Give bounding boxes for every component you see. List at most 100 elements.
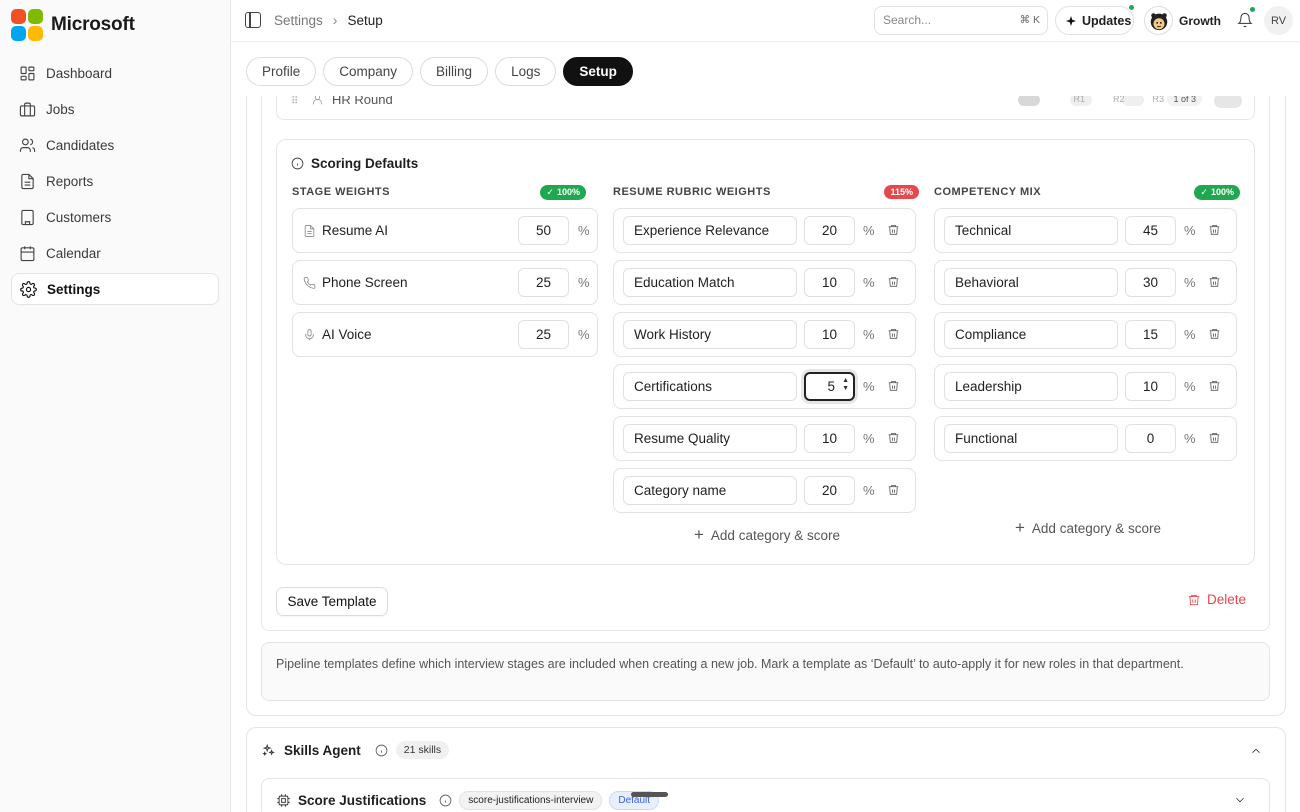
trash-icon[interactable]	[887, 483, 900, 497]
workspace-switcher[interactable]: Growth	[1144, 5, 1226, 36]
competency-name-input[interactable]: Technical	[944, 216, 1118, 245]
stage-weight-input[interactable]: 50	[518, 216, 569, 245]
round-toggle-r1[interactable]	[1018, 96, 1040, 106]
category-score-input-focused[interactable]: 5 ▲ ▼	[804, 372, 855, 401]
sidebar-item-label: Jobs	[46, 101, 75, 117]
stage-weights-column: STAGE WEIGHTS ✓ 100% Resume AI 50 % Phone…	[292, 184, 600, 364]
brand-name: Microsoft	[51, 14, 135, 35]
chevron-down-icon[interactable]	[1233, 793, 1247, 807]
add-competency-category-button[interactable]: + Add category & score	[934, 513, 1242, 543]
breadcrumb-settings[interactable]: Settings	[274, 13, 323, 28]
competency-name-input[interactable]: Functional	[944, 424, 1118, 453]
trash-icon[interactable]	[1208, 223, 1221, 237]
updates-button[interactable]: Updates	[1055, 4, 1135, 35]
category-name-input[interactable]: Education Match	[623, 268, 797, 297]
mic-icon	[305, 329, 314, 341]
category-name-input[interactable]: Work History	[623, 320, 797, 349]
competency-score-input[interactable]: 15	[1125, 320, 1176, 349]
tab-profile[interactable]: Profile	[246, 57, 317, 86]
round-labels: R1 R2 R3	[1073, 96, 1164, 104]
stage-weight-input[interactable]: 25	[518, 268, 569, 297]
category-score-input[interactable]: 10	[804, 320, 855, 349]
notifications-button[interactable]	[1232, 6, 1258, 33]
sidebar-item-reports[interactable]: Reports	[11, 165, 219, 197]
cpu-icon	[277, 794, 290, 807]
trash-icon[interactable]	[887, 379, 900, 393]
trash-icon[interactable]	[1208, 275, 1221, 289]
save-template-button[interactable]: Save Template	[276, 587, 388, 616]
tab-logs[interactable]: Logs	[495, 57, 557, 86]
brand[interactable]: Microsoft	[11, 9, 135, 41]
sidebar-item-candidates[interactable]: Candidates	[11, 129, 219, 161]
tab-company[interactable]: Company	[323, 57, 414, 86]
trash-icon[interactable]	[887, 431, 900, 445]
stage-weight-label: AI Voice	[322, 327, 372, 342]
competency-score-input[interactable]: 0	[1125, 424, 1176, 453]
competency-mix-header: COMPETENCY MIX ✓ 100%	[934, 184, 1240, 200]
trash-icon[interactable]	[1208, 379, 1221, 393]
sparkle-icon	[1066, 15, 1076, 26]
category-name-input[interactable]: Experience Relevance	[623, 216, 797, 245]
category-name-input[interactable]: Resume Quality	[623, 424, 797, 453]
category-name-input[interactable]: Category name	[623, 476, 797, 505]
percent-sign: %	[1184, 223, 1196, 238]
tab-setup[interactable]: Setup	[563, 57, 633, 86]
stage-weight-row: Resume AI 50 %	[292, 208, 598, 253]
stage-weight-input[interactable]: 25	[518, 320, 569, 349]
competency-name-input[interactable]: Compliance	[944, 320, 1118, 349]
sidebar-item-customers[interactable]: Customers	[11, 201, 219, 233]
score-justifications-card[interactable]: Score Justifications score-justification…	[261, 778, 1270, 812]
phone-icon	[303, 277, 316, 289]
sidebar-item-settings[interactable]: Settings	[11, 273, 219, 305]
drag-handle-icon[interactable]: ⠿	[291, 96, 298, 107]
chevron-up-icon[interactable]	[1249, 744, 1263, 758]
sidebar-item-label: Reports	[46, 173, 94, 189]
info-icon	[291, 157, 304, 170]
round-label: R2	[1112, 96, 1125, 104]
add-category-label: Add category & score	[710, 527, 840, 543]
delete-button[interactable]: Delete	[1187, 592, 1246, 607]
trash-icon[interactable]	[887, 223, 900, 237]
trash-icon[interactable]	[1208, 431, 1221, 445]
badge-value: 100%	[556, 187, 580, 197]
trash-icon[interactable]	[887, 275, 900, 289]
check-icon: ✓	[546, 186, 554, 197]
competency-score-input[interactable]: 30	[1125, 268, 1176, 297]
stage-enabled-toggle[interactable]	[1214, 96, 1242, 108]
bell-icon	[1237, 12, 1253, 28]
add-rubric-category-button[interactable]: + Add category & score	[613, 520, 921, 550]
sidebar-item-dashboard[interactable]: Dashboard	[11, 57, 219, 89]
category-name-input[interactable]: Certifications	[623, 372, 797, 401]
trash-icon[interactable]	[1208, 327, 1221, 341]
category-score-input[interactable]: 10	[804, 424, 855, 453]
competency-name-input[interactable]: Behavioral	[944, 268, 1118, 297]
topbar: Settings › Setup Search... ⌘ K Updates G…	[231, 0, 1300, 42]
percent-sign: %	[863, 379, 875, 394]
plus-icon: +	[1014, 518, 1025, 537]
info-icon[interactable]	[375, 744, 388, 757]
briefcase-icon	[19, 102, 36, 116]
competency-score-input[interactable]: 10	[1125, 372, 1176, 401]
stage-weights-heading: STAGE WEIGHTS	[292, 186, 390, 198]
drag-handle[interactable]	[631, 792, 668, 797]
search-input[interactable]: Search... ⌘ K	[874, 6, 1048, 35]
competency-name-input[interactable]: Leadership	[944, 372, 1118, 401]
tab-billing[interactable]: Billing	[420, 57, 489, 86]
category-score-input[interactable]: 20	[804, 216, 855, 245]
rubric-row: Certifications 5 ▲ ▼ %	[613, 364, 916, 409]
skills-agent-header[interactable]: Skills Agent 21 skills	[261, 741, 450, 759]
category-score-input[interactable]: 10	[804, 268, 855, 297]
percent-sign: %	[1184, 275, 1196, 290]
info-icon[interactable]	[439, 794, 452, 807]
stage-row-hr-round[interactable]: ⠿ HR Round R1 R2 R3 1 of 3	[276, 96, 1255, 120]
spinner-icon[interactable]: ▲ ▼	[842, 377, 849, 393]
sidebar-toggle-icon[interactable]	[245, 12, 261, 28]
competency-row: Behavioral 30 %	[934, 260, 1237, 305]
trash-icon[interactable]	[887, 327, 900, 341]
user-avatar[interactable]: RV	[1264, 6, 1293, 35]
percent-sign: %	[1184, 327, 1196, 342]
sidebar-item-calendar[interactable]: Calendar	[11, 237, 219, 269]
sidebar-item-jobs[interactable]: Jobs	[11, 93, 219, 125]
competency-score-input[interactable]: 45	[1125, 216, 1176, 245]
category-score-input[interactable]: 20	[804, 476, 855, 505]
